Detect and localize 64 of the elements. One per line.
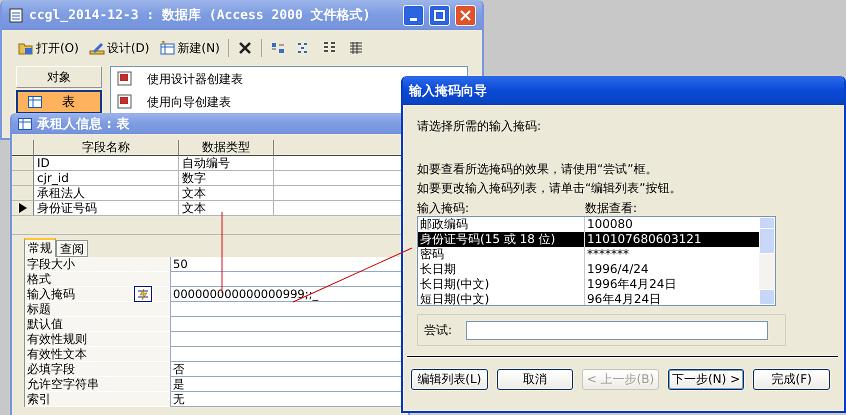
list-item[interactable]: 使用向导创建表	[147, 94, 231, 110]
try-field[interactable]	[466, 320, 768, 340]
close-icon	[460, 10, 471, 20]
table-cell: 自动编号	[179, 156, 274, 171]
object-item[interactable]: 表	[16, 90, 102, 114]
table-cell: 承租法人	[34, 186, 179, 201]
column-header: 数据查看:	[585, 200, 638, 217]
list-item[interactable]: 使用设计器创建表	[147, 70, 243, 88]
table-cell: ID	[34, 156, 179, 171]
dialog-title: 输入掩码向导	[409, 82, 487, 100]
maximize-icon	[434, 10, 445, 20]
table-cell: 文本	[179, 186, 274, 201]
dialog-button[interactable]: 下一步(N) >	[668, 369, 744, 390]
property-label: 字段大小	[27, 257, 75, 271]
property-label: 格式	[27, 272, 51, 286]
try-label: 尝试:	[424, 322, 452, 338]
delete-icon	[236, 40, 253, 56]
hint-text: 如要查看所选掩码的效果，请使用“尝试”框。	[417, 161, 658, 178]
open-button[interactable]: 打开(O)	[16, 40, 81, 56]
property-label: 有效性文本	[27, 347, 87, 361]
table-cell: 数字	[179, 171, 274, 186]
new-button[interactable]: 新建(N)	[157, 40, 222, 56]
window-title: ccgl_2014-12-3 : 数据库 (Access 2000 文件格式)	[29, 6, 370, 24]
window-title: 承租人信息 : 表	[37, 116, 130, 132]
hint-text: 如要更改输入掩码列表，请单击“编辑列表”按钮。	[417, 180, 682, 197]
table-cell: 身份证号码	[34, 201, 179, 216]
property-label: 索引	[27, 392, 51, 406]
design-button[interactable]: 设计(D)	[86, 40, 152, 56]
property-label: 标题	[27, 302, 51, 316]
prompt-text: 请选择所需的输入掩码:	[417, 118, 542, 135]
wizard-icon	[117, 71, 133, 87]
property-label: 输入掩码	[27, 287, 75, 301]
mask-row[interactable]: 身份证号码(15 或 18 位) 110107680603121	[418, 232, 759, 247]
tab[interactable]: 查阅	[56, 240, 88, 257]
ruler-pencil-icon	[88, 40, 105, 56]
builder-button[interactable]	[134, 286, 152, 302]
lightning-icon	[136, 288, 150, 300]
property-label: 必填字段	[27, 362, 75, 376]
table-icon	[18, 118, 32, 130]
maximize-button[interactable]	[429, 4, 450, 26]
property-label: 默认值	[27, 317, 63, 331]
table-cell: cjr_id	[34, 171, 179, 186]
current-row-icon	[18, 203, 26, 213]
minimize-button[interactable]	[403, 4, 424, 26]
table-cell: 文本	[179, 201, 274, 216]
dialog-button[interactable]: 编辑列表(L)	[411, 369, 488, 390]
objects-header: 对象	[16, 66, 102, 88]
table-icon	[28, 96, 42, 108]
dialog-button[interactable]: 完成(F)	[753, 369, 830, 390]
dialog-button[interactable]: 取消	[496, 369, 574, 390]
tab[interactable]: 常规	[24, 238, 56, 257]
wizard-icon	[117, 94, 133, 110]
column-header: 输入掩码:	[417, 200, 470, 217]
property-label: 允许空字符串	[27, 377, 99, 391]
row-selector[interactable]	[12, 201, 34, 216]
property-label: 有效性规则	[27, 332, 87, 346]
column-header: 字段名称	[34, 140, 179, 156]
minimize-icon	[410, 18, 417, 20]
new-table-icon	[159, 40, 176, 56]
column-header: 数据类型	[179, 140, 274, 156]
close-button[interactable]	[455, 4, 476, 26]
details-icon	[348, 40, 364, 56]
large-icons-icon	[270, 40, 286, 56]
database-icon	[8, 7, 24, 23]
